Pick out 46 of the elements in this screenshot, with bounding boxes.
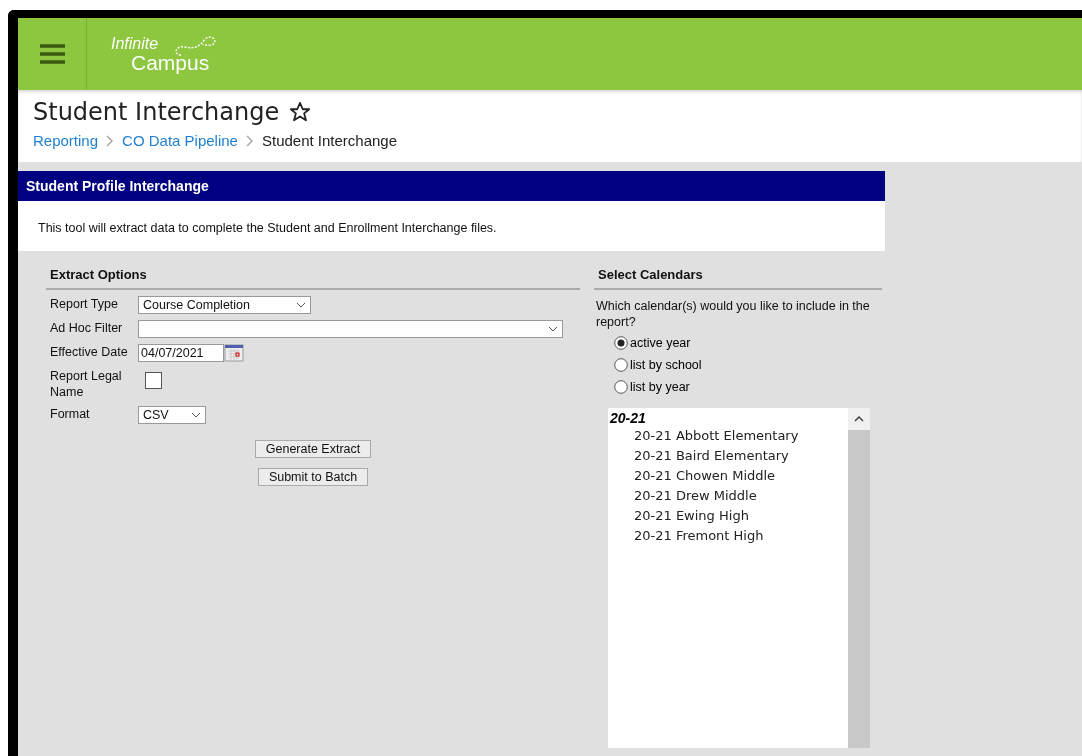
list-item[interactable]: 20-21 Abbott Elementary bbox=[610, 426, 846, 446]
radio-icon[interactable] bbox=[614, 380, 628, 394]
field-label: Ad Hoc Filter bbox=[50, 320, 124, 336]
radio-option[interactable]: list by school bbox=[614, 358, 882, 372]
caret-icon bbox=[191, 412, 201, 418]
page-title: Student Interchange bbox=[33, 98, 280, 126]
chevron-icon bbox=[106, 134, 115, 147]
field-label: Format bbox=[50, 406, 91, 422]
panel-description: This tool will extract data to complete the Student and Enrollment Interchange files. bbox=[38, 221, 497, 235]
radio-option[interactable]: active year bbox=[614, 336, 882, 350]
radio-option[interactable]: list by year bbox=[614, 380, 882, 394]
question-text: Which calendar(s) would you like to include in the report? bbox=[595, 298, 871, 331]
caret-icon bbox=[548, 326, 558, 332]
scroll-up-icon[interactable] bbox=[854, 416, 864, 422]
scrollbar[interactable] bbox=[848, 408, 870, 748]
breadcrumb-link[interactable]: CO Data Pipeline bbox=[122, 132, 238, 149]
radio-icon[interactable] bbox=[614, 336, 628, 350]
field-label: Effective Date bbox=[50, 344, 129, 360]
star-icon[interactable] bbox=[289, 101, 312, 123]
list-item[interactable]: 20-21 Drew Middle bbox=[610, 486, 846, 506]
menu-icon[interactable] bbox=[39, 44, 65, 64]
breadcrumb-current: Student Interchange bbox=[261, 132, 398, 149]
section-heading: Select Calendars bbox=[594, 267, 882, 290]
dropdown[interactable]: CSV bbox=[138, 406, 206, 424]
action-button[interactable]: Submit to Batch bbox=[257, 468, 369, 486]
list-item[interactable]: 20-21 Chowen Middle bbox=[610, 466, 846, 486]
calendar-list[interactable]: 20-21 20-21 Abbott Elementary 20-21 Baird Elementary 20-21 Chowen Middle 20-21 Drew Middle 20-21 Ewing High 20-21 Fremont High bbox=[608, 408, 870, 748]
list-group-label: 20-21 bbox=[610, 410, 647, 426]
field-label: Report Legal Name bbox=[50, 368, 123, 400]
action-button[interactable]: Generate Extract bbox=[254, 440, 372, 458]
breadcrumb-link[interactable]: Reporting bbox=[33, 132, 99, 149]
radio-icon[interactable] bbox=[614, 358, 628, 372]
dropdown[interactable] bbox=[138, 320, 563, 338]
checkbox[interactable] bbox=[145, 372, 162, 389]
list-item[interactable]: 20-21 Baird Elementary bbox=[610, 446, 846, 466]
list-item[interactable]: 20-21 Ewing High bbox=[610, 506, 846, 526]
panel-title: Student Profile Interchange bbox=[18, 171, 885, 201]
date-field[interactable]: 04/07/2021 bbox=[138, 344, 224, 362]
calendar-icon[interactable] bbox=[224, 344, 244, 362]
chevron-icon bbox=[245, 134, 254, 147]
field-label: Report Type bbox=[50, 296, 119, 312]
caret-icon bbox=[296, 302, 306, 308]
section-heading: Extract Options bbox=[46, 267, 580, 290]
list-item[interactable]: 20-21 Fremont High bbox=[610, 526, 846, 546]
dropdown[interactable]: Course Completion bbox=[138, 296, 311, 314]
logo: Infinite Campus bbox=[87, 18, 218, 90]
